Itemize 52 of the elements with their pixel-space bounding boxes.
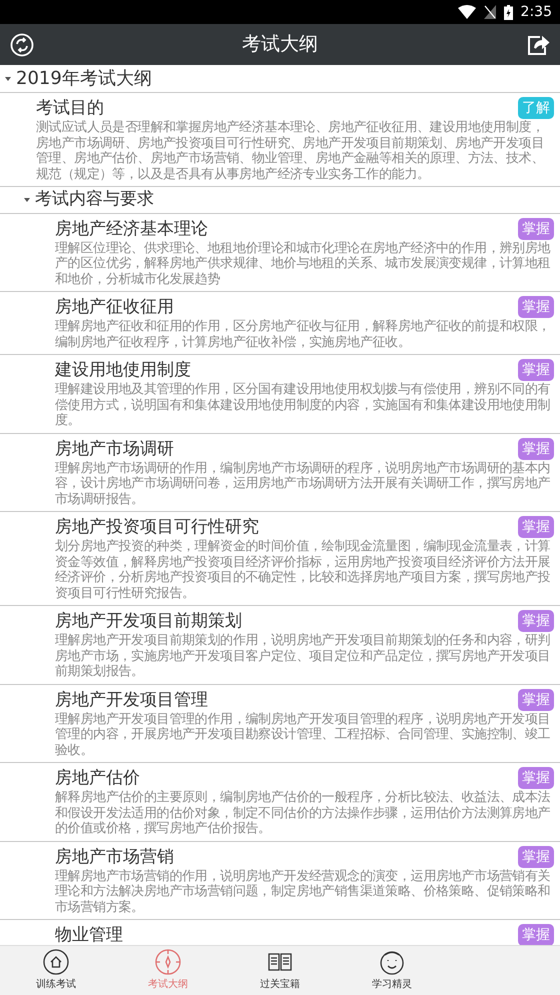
outline-topic[interactable]: 房地产市场调研 掌握 理解房地产市场调研的作用，编制房地产市场调研的程序，说明房地产市场调研的基本内容，设计房地产市场调研问卷，运用房地产市场调研方法开展有关调研工作，撰写房地产市场调研报告。 [0, 434, 560, 512]
level-badge: 掌握 [518, 438, 554, 460]
group-title: 2019年考试大纲 [16, 67, 152, 91]
topic-description: 解释房地产估价的主要原则，编制房地产估价的一般程序，分析比较法、收益法、成本法和假设开发法适用的估价对象，制定不同估价的方法操作步骤，运用估价方法测算房地产的价值或价格，撰写房地产估价报告。 [55, 790, 552, 836]
topic-description: 理解房地产征收和征用的作用，区分房地产征收与征用，解释房地产征收的前提和权限，编制房地产征收程序，计算房地产征收补偿，实施房地产征收。 [55, 319, 552, 350]
status-time: 2:35 [520, 2, 552, 22]
topic-title: 房地产投资项目可行性研究 [55, 516, 259, 539]
level-badge: 掌握 [518, 846, 554, 868]
level-badge: 掌握 [518, 924, 554, 945]
outline-topic[interactable]: 房地产市场营销 掌握 理解房地产市场营销的作用，说明房地产开发经营观念的演变，运用房地产市场营销有关理论和方法解决房地产市场营销问题，制定房地产销售渠道策略、价格策略、促销策略和市场营销方案。 [0, 842, 560, 920]
toolbar-title: 考试大纲 [242, 32, 318, 58]
level-badge: 了解 [518, 97, 554, 119]
sync-button[interactable] [10, 32, 34, 56]
tab-bar-item[interactable]: 训练考试 [0, 946, 112, 995]
level-badge: 掌握 [518, 296, 554, 318]
compass-icon [155, 949, 181, 975]
no-signal-icon [484, 5, 496, 19]
outline-topic[interactable]: 房地产经济基本理论 掌握 理解区位理论、供求理论、地租地价理论和城市化理论在房地产经济中的作用，辨别房地产的区位优劣，解释房地产供求规律、地价与地租的关系、城市发展演变规律，计算地租和地价，分析城市化发展趋势 [0, 214, 560, 292]
topic-description: 理解区位理论、供求理论、地租地价理论和城市化理论在房地产经济中的作用，辨别房地产的区位优劣，解释房地产供求规律、地价与地租的关系、城市发展演变规律，计算地租和地价，分析城市化发展趋势 [55, 240, 552, 287]
outline-topic[interactable]: 房地产开发项目管理 掌握 理解房地产开发项目管理的作用，编制房地产开发项目管理的程序，说明房地产开发项目管理的内容，开展房地产开发项目勘察设计管理、工程招标、合同管理、实施控制、竣工验收。 [0, 684, 560, 763]
topic-description: 理解房地产市场调研的作用，编制房地产市场调研的程序，说明房地产市场调研的基本内容，设计房地产市场调研问卷，运用房地产市场调研方法开展有关调研工作，撰写房地产市场调研报告。 [55, 460, 552, 507]
level-badge: 掌握 [518, 610, 554, 632]
level-badge: 掌握 [518, 688, 554, 710]
tab-bar-item[interactable]: 过关宝籍 [224, 946, 336, 995]
topic-title: 房地产经济基本理论 [55, 218, 208, 240]
topic-title: 房地产估价 [55, 767, 140, 790]
topic-title: 房地产开发项目管理 [55, 688, 208, 712]
group-title: 考试内容与要求 [35, 188, 154, 211]
topic-description: 测试应试人员是否理解和掌握房地产经济基本理论、房地产征收征用、建设用地使用制度，房地产市场调研、房地产投资项目可行性研究、房地产开发项目前期策划、房地产开发项目管理、房地产估价、房地产市场营销、物业管理、房地产金融等相关的原理、方法、技术、规范（规定）等，以及是否具有从事房地产经济专业实务工作的能力。 [36, 120, 546, 182]
home-icon [43, 949, 69, 975]
level-badge: 掌握 [518, 767, 554, 789]
topic-title: 房地产市场调研 [55, 438, 174, 460]
topic-description: 理解房地产开发项目管理的作用，编制房地产开发项目管理的程序，说明房地产开发项目管理的内容，开展房地产开发项目勘察设计管理、工程招标、合同管理、实施控制、竣工验收。 [55, 712, 552, 758]
level-badge: 掌握 [518, 359, 554, 381]
topic-description: 划分房地产投资的种类，理解资金的时间价值，绘制现金流量图，编制现金流量表，计算资金等效值，解释房地产投资项目经济评价指标，运用房地产投资项目经济评价方法开展经济评价，分析房地产投资项目的不确定性，比较和选择房地产项目方案，撰写房地产投资项目可行性研究报告。 [55, 539, 552, 601]
topic-title: 考试目的 [36, 97, 104, 120]
sync-icon [10, 32, 34, 56]
smiley-icon [379, 949, 405, 975]
topic-description: 理解房地产市场营销的作用，说明房地产开发经营观念的演变，运用房地产市场营销有关理论和方法解决房地产市场营销问题，制定房地产销售渠道策略、价格策略、促销策略和市场营销方案。 [55, 868, 552, 915]
topic-title: 建设用地使用制度 [55, 359, 191, 382]
topic-title: 房地产征收征用 [55, 296, 174, 319]
topic-description: 理解建设用地及其管理的作用，区分国有建设用地使用权划拨与有偿使用，辨别不同的有偿使用方式，说明国有和集体建设用地使用制度的内容，实施国有和集体建设用地使用制度。 [55, 382, 552, 428]
battery-icon [504, 4, 513, 20]
tab-bar-item[interactable]: 学习精灵 [336, 946, 448, 995]
topic-title: 物业管理 [55, 924, 123, 945]
level-badge: 掌握 [518, 218, 554, 240]
outline-group[interactable]: 考试内容与要求 [0, 187, 560, 214]
topic-description: 理解房地产开发项目前期策划的作用，说明房地产开发项目前期策划的任务和内容，研判房地产市场，实施房地产开发项目客户定位、项目定位和产品定位，撰写房地产开发项目前期策划报告。 [55, 633, 552, 680]
topic-title: 房地产开发项目前期策划 [55, 610, 242, 633]
topic-title: 房地产市场营销 [55, 846, 174, 868]
wifi-icon [458, 5, 476, 19]
level-badge: 掌握 [518, 516, 554, 538]
